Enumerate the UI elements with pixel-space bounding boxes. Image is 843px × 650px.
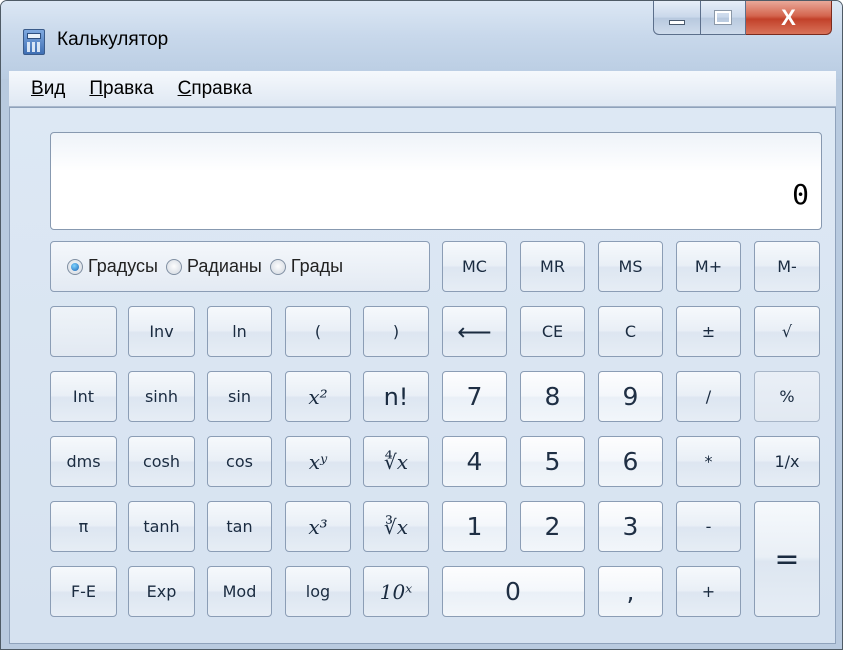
fe-button[interactable]: F-E — [50, 566, 117, 617]
log-button[interactable]: log — [285, 566, 351, 617]
sin-button[interactable]: sin — [207, 371, 272, 422]
title-bar[interactable]: Калькулятор X — [1, 1, 842, 79]
digit-5-button[interactable]: 5 — [520, 436, 585, 487]
digit-2-button[interactable]: 2 — [520, 501, 585, 552]
radio-grads[interactable]: Грады — [269, 256, 344, 277]
cube-button[interactable]: x³ — [285, 501, 351, 552]
caption-buttons: X — [653, 1, 832, 35]
reciprocal-button[interactable]: 1/x — [754, 436, 820, 487]
menu-help[interactable]: Справка — [178, 78, 253, 100]
dms-button[interactable]: dms — [50, 436, 117, 487]
menu-bar: Вид Правка Справка — [9, 71, 836, 107]
maximize-button[interactable] — [701, 1, 746, 35]
decimal-button[interactable]: , — [598, 566, 663, 617]
left-paren-button[interactable]: ( — [285, 306, 351, 357]
angle-unit-group: Градусы Радианы Грады — [50, 241, 430, 292]
digit-0-button[interactable]: 0 — [442, 566, 585, 617]
clear-entry-button[interactable]: CE — [520, 306, 585, 357]
add-button[interactable]: + — [676, 566, 741, 617]
factorial-button[interactable]: n! — [363, 371, 429, 422]
square-button[interactable]: x² — [285, 371, 351, 422]
percent-button[interactable]: % — [754, 371, 820, 422]
ten-power-button[interactable]: 10ˣ — [363, 566, 429, 617]
negate-button[interactable]: ± — [676, 306, 741, 357]
result-display: 0 — [50, 132, 822, 230]
right-paren-button[interactable]: ) — [363, 306, 429, 357]
backspace-button[interactable]: ⟵ — [442, 306, 507, 357]
sqrt-button[interactable]: √ — [754, 306, 820, 357]
window-title: Калькулятор — [57, 29, 169, 50]
close-icon: X — [781, 4, 796, 30]
radio-grads-dot[interactable] — [269, 258, 286, 275]
close-button[interactable]: X — [746, 1, 832, 35]
yth-root-button[interactable]: ∜x — [363, 436, 429, 487]
divide-button[interactable]: / — [676, 371, 741, 422]
pi-button[interactable]: π — [50, 501, 117, 552]
cube-root-button[interactable]: ∛x — [363, 501, 429, 552]
int-button[interactable]: Int — [50, 371, 117, 422]
maximize-icon — [714, 10, 732, 25]
cos-button[interactable]: cos — [207, 436, 272, 487]
subtract-button[interactable]: - — [676, 501, 741, 552]
power-button[interactable]: xʸ — [285, 436, 351, 487]
mc-button[interactable]: MC — [442, 241, 507, 292]
digit-4-button[interactable]: 4 — [442, 436, 507, 487]
backspace-arrow-icon: ⟵ — [457, 317, 492, 346]
tanh-button[interactable]: tanh — [128, 501, 195, 552]
clear-button[interactable]: C — [598, 306, 663, 357]
calculator-icon[interactable] — [23, 29, 45, 55]
digit-6-button[interactable]: 6 — [598, 436, 663, 487]
radio-degrees-dot[interactable] — [67, 258, 83, 275]
tan-button[interactable]: tan — [207, 501, 272, 552]
cosh-button[interactable]: cosh — [128, 436, 195, 487]
digit-8-button[interactable]: 8 — [520, 371, 585, 422]
radio-radians-label: Радианы — [187, 256, 262, 276]
sinh-button[interactable]: sinh — [128, 371, 195, 422]
exp-button[interactable]: Exp — [128, 566, 195, 617]
minimize-icon — [669, 20, 685, 25]
mminus-button[interactable]: M- — [754, 241, 820, 292]
radio-radians-dot[interactable] — [166, 258, 182, 275]
radio-grads-label: Грады — [290, 256, 344, 276]
minimize-button[interactable] — [653, 1, 701, 35]
multiply-button[interactable]: * — [676, 436, 741, 487]
menu-view[interactable]: Вид — [31, 78, 65, 100]
digit-3-button[interactable]: 3 — [598, 501, 663, 552]
calculator-body: 0 Градусы Радианы Грады MC MR MS M+ M- I… — [9, 107, 836, 644]
equals-button[interactable]: = — [754, 501, 820, 617]
ms-button[interactable]: MS — [598, 241, 663, 292]
display-value: 0 — [792, 178, 809, 211]
digit-1-button[interactable]: 1 — [442, 501, 507, 552]
calculator-window: Калькулятор X Вид Правка Справка 0 Граду… — [0, 0, 843, 650]
mplus-button[interactable]: M+ — [676, 241, 741, 292]
menu-edit[interactable]: Правка — [89, 78, 153, 100]
radio-degrees[interactable]: Градусы — [67, 256, 158, 277]
ln-button[interactable]: ln — [207, 306, 272, 357]
radio-radians[interactable]: Радианы — [166, 256, 262, 277]
digit-7-button[interactable]: 7 — [442, 371, 507, 422]
radio-degrees-label: Градусы — [88, 256, 158, 276]
blank-button[interactable] — [50, 306, 117, 357]
inv-button[interactable]: Inv — [128, 306, 195, 357]
mr-button[interactable]: MR — [520, 241, 585, 292]
mod-button[interactable]: Mod — [207, 566, 272, 617]
digit-9-button[interactable]: 9 — [598, 371, 663, 422]
